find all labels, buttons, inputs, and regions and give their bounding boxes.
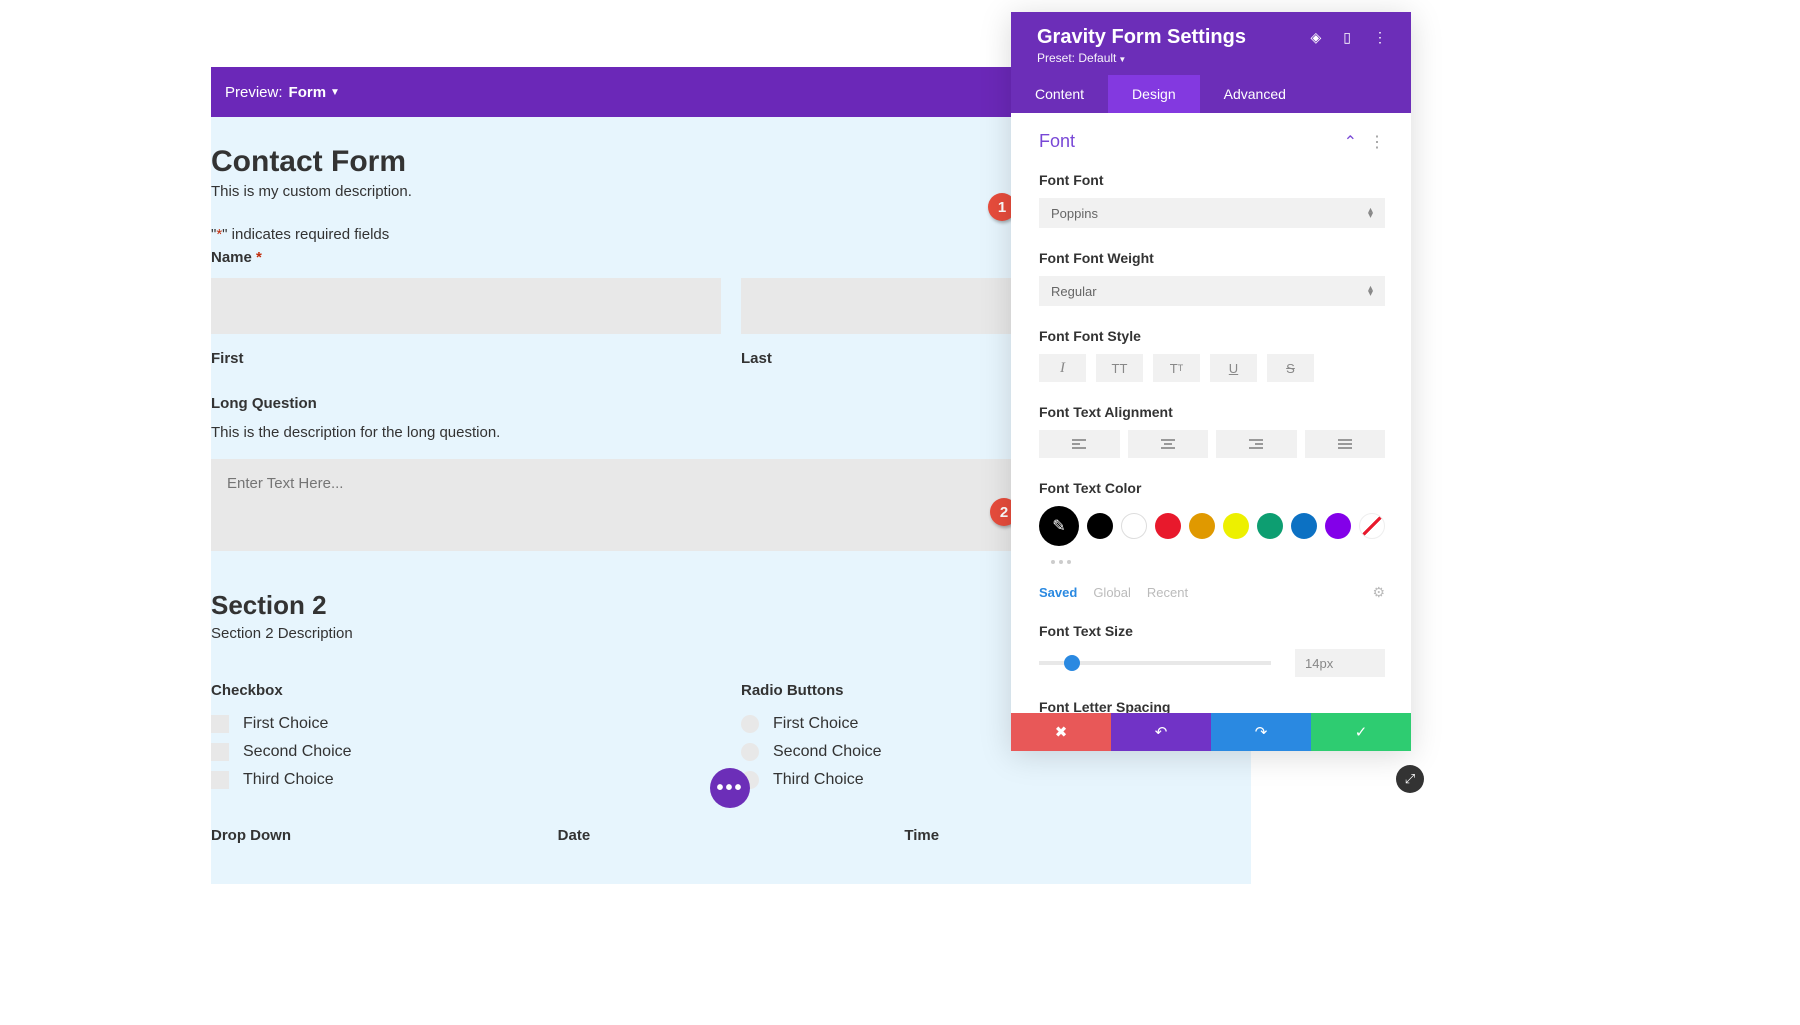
- color-tab-global[interactable]: Global: [1093, 585, 1131, 600]
- settings-header: Gravity Form Settings ◈ ▯ ⋮ Preset: Defa…: [1011, 12, 1411, 75]
- bottom-fields-row: Drop Down Date Time: [211, 827, 1251, 844]
- font-weight-dropdown[interactable]: Regular ▴▾: [1039, 276, 1385, 306]
- chevron-up-icon: ⌃: [1344, 132, 1357, 152]
- color-swatch[interactable]: [1121, 513, 1147, 539]
- color-swatch[interactable]: [1325, 513, 1351, 539]
- color-swatch[interactable]: [1087, 513, 1113, 539]
- time-label: Time: [904, 827, 1251, 844]
- radio-item[interactable]: Third Choice: [741, 771, 1251, 789]
- radio-icon: [741, 743, 759, 761]
- radio-icon: [741, 715, 759, 733]
- date-label: Date: [558, 827, 905, 844]
- checkbox-item[interactable]: Third Choice: [211, 771, 721, 789]
- footer-buttons: ✖ ↶ ↷ ✓: [1011, 713, 1411, 751]
- alignment-buttons: [1039, 430, 1385, 458]
- checkbox-icon: [211, 715, 229, 733]
- align-center-button[interactable]: [1128, 430, 1209, 458]
- checkbox-icon: [211, 771, 229, 789]
- close-icon: ✖: [1055, 723, 1068, 741]
- first-name-col: First: [211, 278, 721, 367]
- tab-design[interactable]: Design: [1108, 75, 1200, 113]
- undo-icon: ↶: [1155, 723, 1168, 741]
- dropdown-arrows-icon: ▴▾: [1368, 286, 1373, 296]
- font-style-buttons: I TT TT U S: [1039, 354, 1385, 382]
- letter-spacing-label: Font Letter Spacing: [1039, 699, 1385, 713]
- caret-down-icon: ▼: [330, 87, 340, 98]
- checkbox-icon: [211, 743, 229, 761]
- color-swatch[interactable]: [1257, 513, 1283, 539]
- color-tab-recent[interactable]: Recent: [1147, 585, 1188, 600]
- preset-selector[interactable]: Preset: Default▼: [1037, 51, 1387, 65]
- redo-button[interactable]: ↷: [1211, 713, 1311, 751]
- color-picker-button[interactable]: ✎: [1039, 506, 1079, 546]
- first-name-input[interactable]: [211, 278, 721, 334]
- pagination-dots: [1051, 560, 1385, 564]
- header-icons: ◈ ▯ ⋮: [1311, 29, 1388, 46]
- font-font-dropdown[interactable]: Poppins ▴▾: [1039, 198, 1385, 228]
- align-justify-button[interactable]: [1305, 430, 1386, 458]
- undo-button[interactable]: ↶: [1111, 713, 1211, 751]
- align-left-button[interactable]: [1039, 430, 1120, 458]
- color-swatch-none[interactable]: [1359, 513, 1385, 539]
- preview-label: Preview:: [225, 84, 283, 101]
- check-icon: ✓: [1355, 723, 1368, 741]
- font-section-header[interactable]: Font ⌃ ⋮: [1039, 131, 1385, 152]
- font-style-label: Font Font Style: [1039, 328, 1385, 344]
- color-swatch[interactable]: [1291, 513, 1317, 539]
- tab-advanced[interactable]: Advanced: [1200, 75, 1310, 113]
- text-size-label: Font Text Size: [1039, 623, 1385, 639]
- color-tab-saved[interactable]: Saved: [1039, 585, 1077, 600]
- redo-icon: ↷: [1255, 723, 1268, 741]
- underline-button[interactable]: U: [1210, 354, 1257, 382]
- settings-title: Gravity Form Settings: [1037, 26, 1246, 49]
- align-right-button[interactable]: [1216, 430, 1297, 458]
- settings-tabs: Content Design Advanced: [1011, 75, 1411, 113]
- layout-icon[interactable]: ▯: [1343, 29, 1351, 46]
- first-name-label: First: [211, 350, 721, 367]
- strikethrough-button[interactable]: S: [1267, 354, 1314, 382]
- color-swatches: ✎: [1039, 506, 1385, 546]
- floating-action-button[interactable]: •••: [710, 768, 750, 808]
- expand-button[interactable]: ⤢: [1396, 765, 1424, 793]
- color-palette-tabs: Saved Global Recent ⚙: [1039, 584, 1385, 601]
- settings-panel: Gravity Form Settings ◈ ▯ ⋮ Preset: Defa…: [1011, 12, 1411, 751]
- tab-content[interactable]: Content: [1011, 75, 1108, 113]
- dropdown-arrows-icon: ▴▾: [1368, 208, 1373, 218]
- checkbox-column: Checkbox First Choice Second Choice Thir…: [211, 682, 721, 799]
- uppercase-button[interactable]: TT: [1096, 354, 1143, 382]
- target-icon[interactable]: ◈: [1311, 29, 1322, 46]
- more-vertical-icon[interactable]: ⋮: [1369, 132, 1385, 152]
- caret-down-icon: ▼: [1118, 55, 1126, 64]
- close-button[interactable]: ✖: [1011, 713, 1111, 751]
- checkbox-item[interactable]: Second Choice: [211, 743, 721, 761]
- gear-icon[interactable]: ⚙: [1372, 584, 1385, 601]
- alignment-label: Font Text Alignment: [1039, 404, 1385, 420]
- dropdown-label: Drop Down: [211, 827, 558, 844]
- text-color-label: Font Text Color: [1039, 480, 1385, 496]
- checkbox-item[interactable]: First Choice: [211, 715, 721, 733]
- settings-body: Font ⌃ ⋮ Font Font Poppins ▴▾ Font Font …: [1011, 113, 1411, 713]
- more-icon[interactable]: ⋮: [1373, 29, 1387, 46]
- text-size-slider[interactable]: [1039, 661, 1271, 665]
- color-swatch[interactable]: [1155, 513, 1181, 539]
- font-font-label: Font Font: [1039, 172, 1385, 188]
- eyedropper-icon: ✎: [1052, 516, 1065, 536]
- save-button[interactable]: ✓: [1311, 713, 1411, 751]
- smallcaps-button[interactable]: TT: [1153, 354, 1200, 382]
- italic-button[interactable]: I: [1039, 354, 1086, 382]
- form-selector[interactable]: Form: [289, 84, 327, 101]
- text-size-row: 14px: [1039, 649, 1385, 677]
- text-size-value[interactable]: 14px: [1295, 649, 1385, 677]
- color-swatch[interactable]: [1189, 513, 1215, 539]
- font-weight-label: Font Font Weight: [1039, 250, 1385, 266]
- expand-icon: ⤢: [1405, 771, 1415, 787]
- checkbox-label: Checkbox: [211, 682, 721, 699]
- color-swatch[interactable]: [1223, 513, 1249, 539]
